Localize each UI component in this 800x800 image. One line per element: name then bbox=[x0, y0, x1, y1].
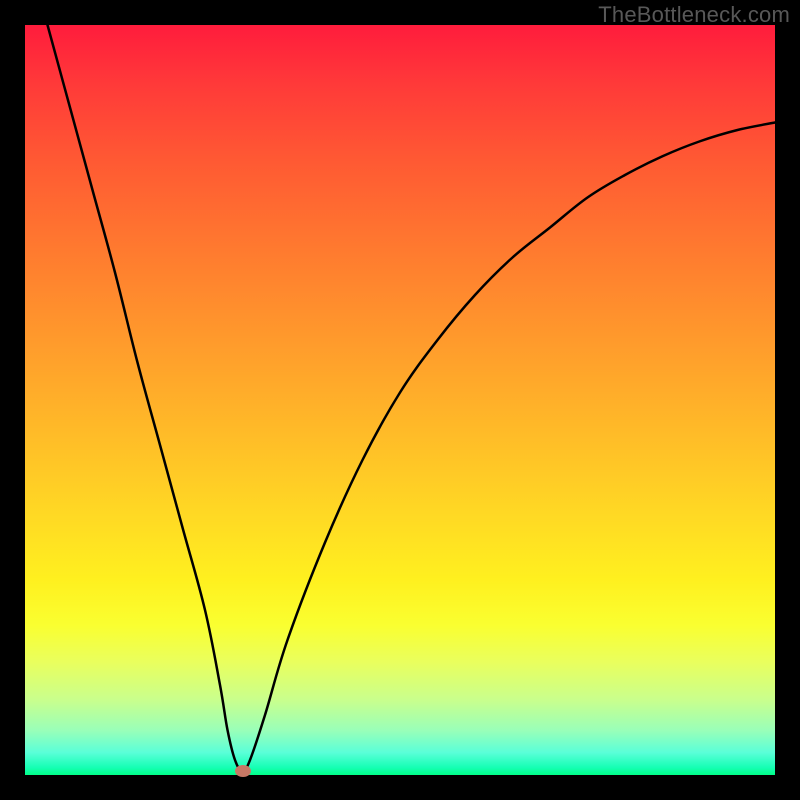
plot-area bbox=[25, 25, 775, 775]
optimal-point-marker bbox=[235, 765, 251, 777]
watermark-text: TheBottleneck.com bbox=[598, 2, 790, 28]
curve-path bbox=[48, 25, 776, 771]
chart-frame: TheBottleneck.com bbox=[0, 0, 800, 800]
bottleneck-curve bbox=[25, 25, 775, 775]
